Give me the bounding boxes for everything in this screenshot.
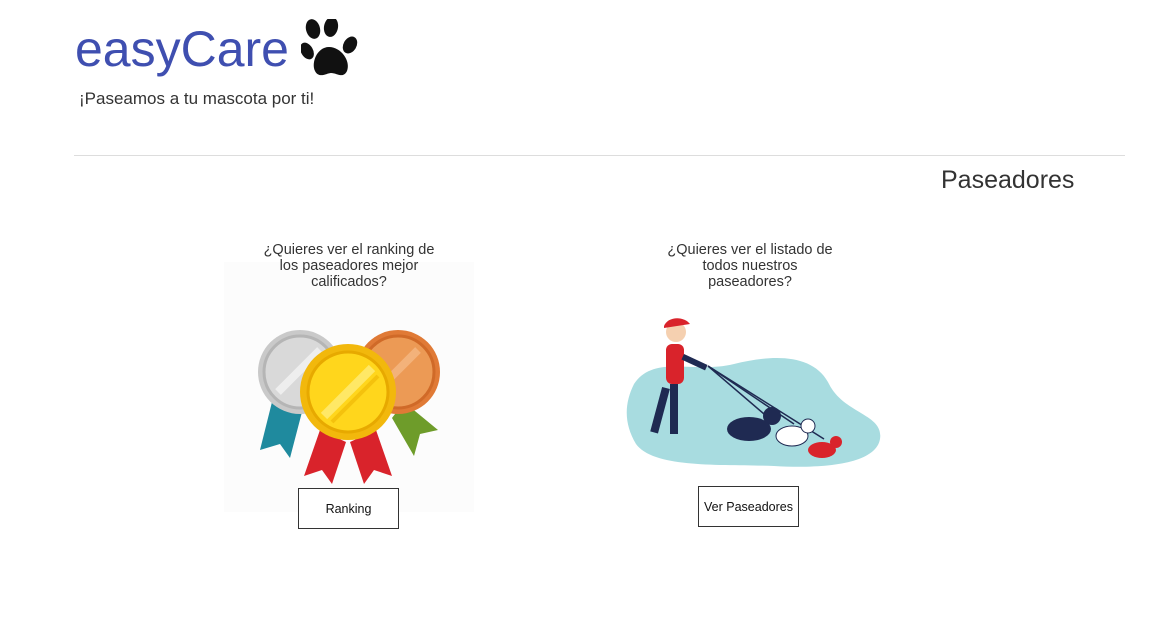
brand-logo[interactable]: easyCare (75, 18, 359, 80)
dog-walker-illustration (624, 314, 884, 474)
view-walkers-button[interactable]: Ver Paseadores (698, 486, 799, 527)
walkers-question: ¿Quieres ver el listado de todos nuestro… (667, 242, 833, 290)
walkers-card: ¿Quieres ver el listado de todos nuestro… (624, 242, 884, 532)
ranking-question: ¿Quieres ver el ranking de los paseadore… (263, 242, 435, 290)
tagline: ¡Paseamos a tu mascota por ti! (79, 89, 315, 108)
brand-name: easyCare (75, 21, 289, 77)
divider (74, 155, 1125, 156)
medals-illustration (224, 262, 474, 512)
ranking-button[interactable]: Ranking (298, 488, 399, 529)
ranking-card: ¿Quieres ver el ranking de los paseadore… (224, 242, 474, 532)
section-title: Paseadores (941, 166, 1075, 194)
paw-icon (301, 19, 358, 76)
